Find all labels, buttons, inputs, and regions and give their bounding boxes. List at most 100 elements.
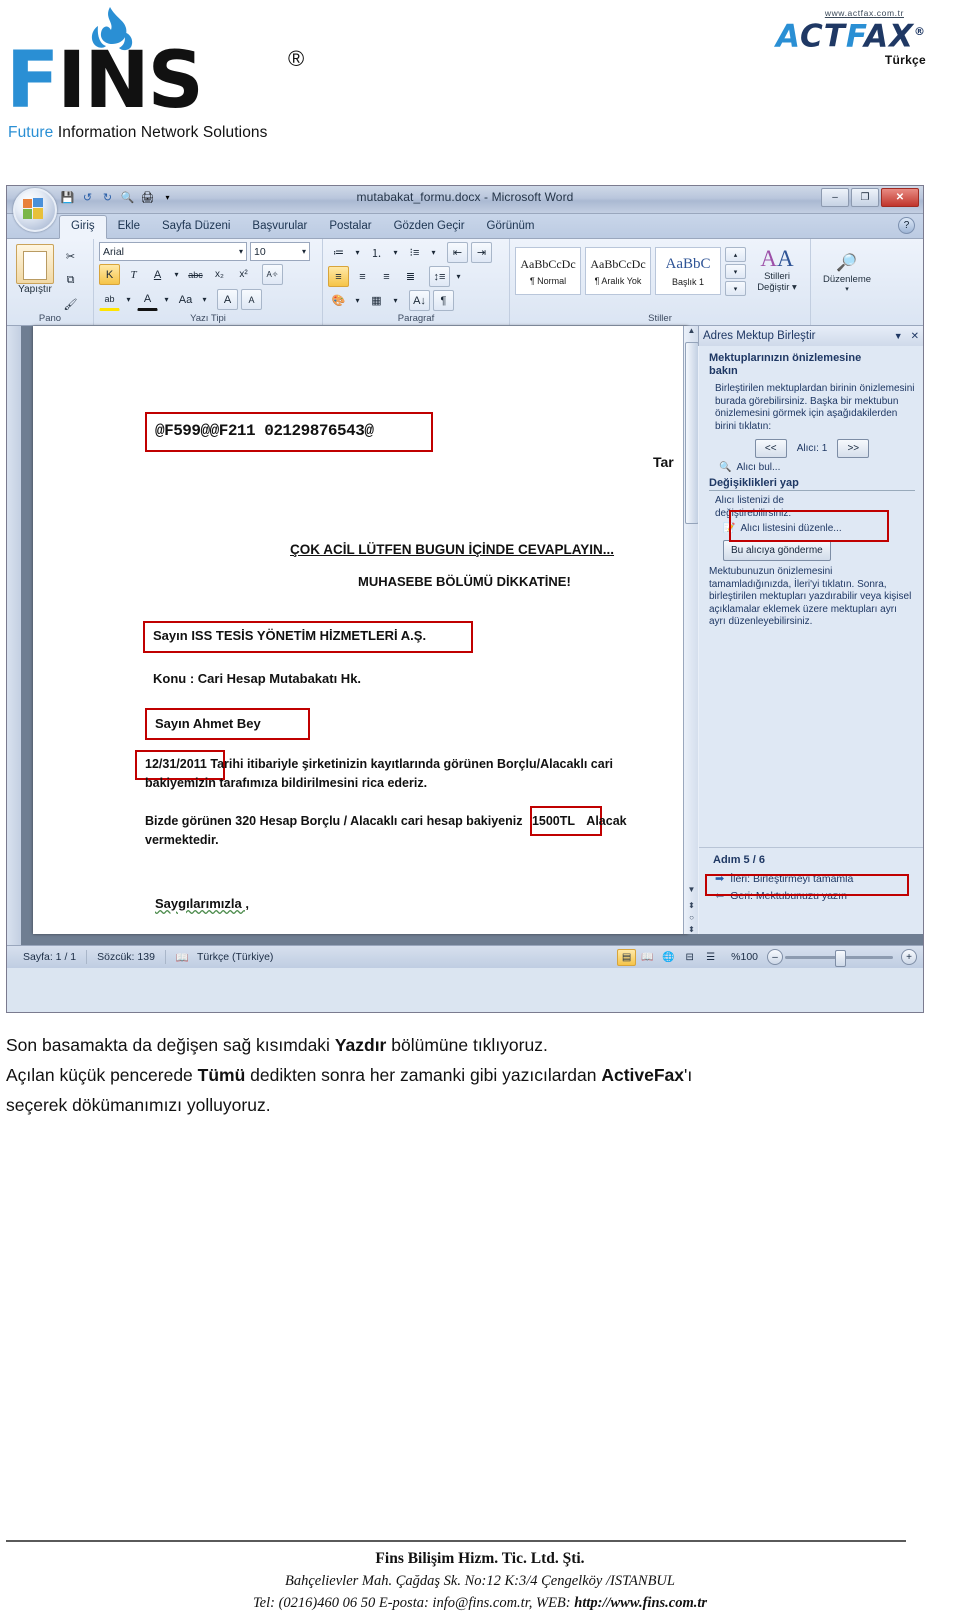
line-spacing-icon[interactable]: ↕≡ — [429, 266, 450, 287]
sort-icon[interactable]: A↓ — [409, 290, 430, 311]
window-controls[interactable]: – ❐ ✕ — [821, 188, 919, 207]
change-case-button[interactable]: Aa — [175, 289, 196, 310]
shading-chevron-down-icon[interactable]: ▾ — [352, 290, 363, 311]
spellcheck-icon[interactable]: 📖 — [176, 951, 189, 964]
highlight-chevron-down-icon[interactable]: ▾ — [123, 289, 134, 310]
numbering-icon[interactable]: ⒈ — [366, 242, 387, 263]
office-button[interactable] — [13, 188, 57, 232]
highlight-color-button[interactable]: ab — [99, 288, 120, 311]
styles-scroll-down-icon[interactable]: ▾ — [725, 264, 746, 279]
status-page-number[interactable]: Sayfa: 1 / 1 — [13, 950, 88, 964]
styles-gallery-scroller[interactable]: ▴ ▾ ▾ — [725, 247, 746, 296]
change-styles-button[interactable]: AA Stilleri Değiştir ▾ — [750, 247, 804, 294]
italic-button[interactable]: T — [123, 264, 144, 285]
font-name-combo[interactable]: Arial ▾ — [99, 242, 247, 261]
change-styles-label-line1: Stilleri — [764, 271, 790, 282]
zoom-in-button[interactable]: + — [901, 949, 917, 965]
justify-icon[interactable]: ≣ — [400, 266, 421, 287]
change-case-chevron-down-icon[interactable]: ▾ — [199, 289, 210, 310]
tab-basvurular[interactable]: Başvurular — [241, 216, 318, 238]
document-page[interactable]: @F599@@F211 02129876543@ Tar ÇOK ACİL LÜ… — [33, 326, 688, 934]
numbering-chevron-down-icon[interactable]: ▾ — [390, 242, 401, 263]
align-left-icon[interactable]: ≡ — [328, 266, 349, 287]
document-vertical-scrollbar[interactable]: ▲ ▼ ⬍ ○ ⬍ — [683, 326, 699, 934]
increase-indent-icon[interactable]: ⇥ — [471, 242, 492, 263]
editing-button[interactable]: 🔎 Düzenleme ▾ — [816, 252, 878, 293]
bullets-icon[interactable]: ≔ — [328, 242, 349, 263]
borders-icon[interactable]: ▦ — [366, 290, 387, 311]
align-center-icon[interactable]: ≡ — [352, 266, 373, 287]
status-proofing[interactable]: 📖 Türkçe (Türkiye) — [166, 950, 284, 964]
style-heading1[interactable]: AaBbC Başlık 1 — [655, 247, 721, 295]
print-layout-icon[interactable]: ▤ — [617, 948, 637, 966]
minimize-button[interactable]: – — [821, 188, 849, 207]
tab-giris[interactable]: Giriş — [59, 215, 107, 239]
format-painter-icon[interactable]: 🖌 — [60, 294, 81, 315]
grow-font-button[interactable]: A — [217, 289, 238, 310]
show-marks-icon[interactable]: ¶ — [433, 290, 454, 311]
find-recipient-link[interactable]: 🔍 Alıcı bul... — [719, 462, 915, 473]
shading-icon[interactable]: 🎨 — [328, 290, 349, 311]
styles-more-icon[interactable]: ▾ — [725, 281, 746, 296]
tab-postalar[interactable]: Postalar — [318, 216, 382, 238]
bullets-chevron-down-icon[interactable]: ▾ — [352, 242, 363, 263]
style-no-spacing[interactable]: AaBbCcDc ¶ Aralık Yok — [585, 247, 651, 295]
task-pane-header: Adres Mektup Birleştir ▼ ✕ — [699, 326, 923, 347]
cut-icon[interactable]: ✂ — [60, 246, 81, 267]
editing-chevron-down-icon[interactable]: ▾ — [816, 285, 878, 293]
maximize-button[interactable]: ❐ — [851, 188, 879, 207]
ribbon-tab-bar[interactable]: Giriş Ekle Sayfa Düzeni Başvurular Posta… — [7, 214, 923, 239]
subscript-button[interactable]: x₂ — [209, 264, 230, 285]
style-normal[interactable]: AaBbCcDc ¶ Normal — [515, 247, 581, 295]
draft-icon[interactable]: ☰ — [701, 949, 720, 966]
font-color-chevron-down-icon[interactable]: ▾ — [161, 289, 172, 310]
align-right-icon[interactable]: ≡ — [376, 266, 397, 287]
zoom-level-label[interactable]: %100 — [731, 951, 758, 963]
multilevel-list-icon[interactable]: ⁝≡ — [404, 242, 425, 263]
zoom-slider[interactable] — [785, 949, 893, 967]
borders-chevron-down-icon[interactable]: ▾ — [390, 290, 401, 311]
tab-ekle[interactable]: Ekle — [107, 216, 151, 238]
superscript-button[interactable]: x² — [233, 264, 254, 285]
underline-button[interactable]: A — [147, 264, 168, 285]
tab-sayfa-duzeni[interactable]: Sayfa Düzeni — [151, 216, 241, 238]
decrease-indent-icon[interactable]: ⇤ — [447, 242, 468, 263]
actfax-letter-a: A — [775, 18, 800, 55]
caption-line-1: Son basamakta da değişen sağ kısımdaki Y… — [6, 1030, 936, 1060]
office-logo-icon — [23, 198, 43, 219]
outline-icon[interactable]: ⊟ — [680, 949, 699, 966]
recipient-navigator: << Alıcı: 1 >> — [709, 439, 915, 458]
web-layout-icon[interactable]: 🌐 — [659, 949, 678, 966]
vertical-scroll-thumb[interactable] — [685, 342, 699, 524]
help-icon[interactable]: ? — [898, 217, 915, 234]
next-recipient-button[interactable]: >> — [837, 439, 870, 458]
shrink-font-button[interactable]: A — [241, 289, 262, 310]
paste-button[interactable]: Yapıştır — [12, 242, 58, 315]
bold-button[interactable]: K — [99, 264, 120, 285]
font-size-combo[interactable]: 10 ▾ — [250, 242, 310, 261]
exclude-recipient-button[interactable]: Bu alıcıya gönderme — [723, 540, 831, 561]
font-color-button[interactable]: A — [137, 288, 158, 311]
footer-web-link[interactable]: http://www.fins.com.tr — [574, 1595, 707, 1611]
multilevel-chevron-down-icon[interactable]: ▾ — [428, 242, 439, 263]
task-pane-close-icon[interactable]: ✕ — [911, 331, 919, 342]
full-screen-reading-icon[interactable]: 📖 — [638, 949, 657, 966]
task-pane-chevron-down-icon[interactable]: ▼ — [894, 331, 903, 341]
caption-line-2-a: Açılan küçük pencerede — [6, 1065, 198, 1085]
close-button[interactable]: ✕ — [881, 188, 919, 207]
styles-scroll-up-icon[interactable]: ▴ — [725, 247, 746, 262]
clear-formatting-icon[interactable]: A✧ — [262, 264, 283, 285]
tab-gorunum[interactable]: Görünüm — [476, 216, 546, 238]
line-spacing-chevron-down-icon[interactable]: ▾ — [453, 266, 464, 287]
status-word-count[interactable]: Sözcük: 139 — [87, 950, 166, 964]
strikethrough-button[interactable]: abc — [185, 264, 206, 285]
tab-gozden-gecir[interactable]: Gözden Geçir — [383, 216, 476, 238]
previous-recipient-button[interactable]: << — [754, 439, 787, 458]
zoom-out-button[interactable]: – — [767, 949, 783, 965]
status-language[interactable]: Türkçe (Türkiye) — [197, 951, 273, 963]
zoom-slider-thumb[interactable] — [835, 949, 846, 967]
word-status-bar: Sayfa: 1 / 1 Sözcük: 139 📖 Türkçe (Türki… — [7, 945, 923, 968]
view-buttons[interactable]: ▤ 📖 🌐 ⊟ ☰ %100 – + — [617, 948, 917, 967]
underline-chevron-down-icon[interactable]: ▾ — [171, 264, 182, 285]
copy-icon[interactable]: ⧉ — [60, 270, 81, 291]
